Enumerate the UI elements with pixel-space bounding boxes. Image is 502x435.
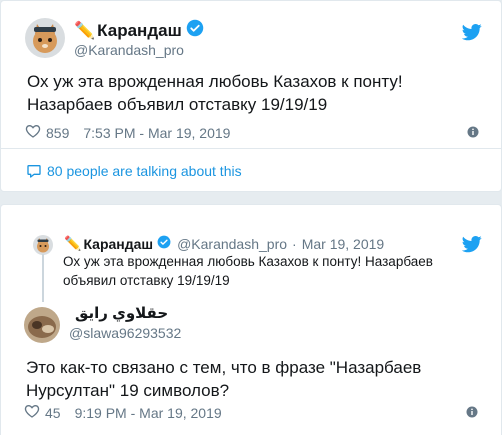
verified-badge-icon — [157, 235, 171, 252]
quoted-separator: · — [292, 235, 297, 252]
talking-about-label[interactable]: 80 people are talking about this — [47, 163, 242, 179]
reply-author-avatar[interactable] — [24, 307, 60, 343]
quoted-tweet-text: Ох уж эта врожденная любовь Казахов к по… — [63, 254, 433, 288]
quoted-pencil-emoji: ✏️ — [64, 235, 82, 251]
heart-icon[interactable] — [24, 403, 40, 422]
quoted-date[interactable]: Mar 19, 2019 — [302, 236, 385, 252]
twitter-bird-icon[interactable] — [461, 22, 482, 42]
tweet-meta: 859 7:53 PM - Mar 19, 2019 — [25, 123, 230, 142]
author-avatar[interactable] — [25, 18, 65, 58]
info-icon[interactable] — [467, 125, 479, 143]
tweet-card: ✏️ Карандаш @Karandash_pro Ох уж эта вро… — [0, 0, 502, 192]
quoted-author-name[interactable]: Карандаш — [83, 236, 153, 252]
reply-meta: 45 9:19 PM - Mar 19, 2019 — [24, 403, 222, 422]
tweet-timestamp[interactable]: 7:53 PM - Mar 19, 2019 — [83, 125, 230, 141]
talking-about-link[interactable]: 80 people are talking about this — [26, 163, 242, 179]
reply-like-count[interactable]: 45 — [45, 405, 61, 421]
quoted-author-row[interactable]: ✏️ Карандаш @Karandash_pro · Mar 19, 201… — [64, 235, 384, 252]
thread-connector-line — [42, 254, 44, 302]
like-count[interactable]: 859 — [46, 125, 69, 141]
tweet-text: Ох уж эта врожденная любовь Казахов к по… — [27, 72, 403, 114]
reply-author-name[interactable]: حقلاوي رايق — [75, 304, 168, 322]
reply-timestamp[interactable]: 9:19 PM - Mar 19, 2019 — [75, 405, 222, 421]
quoted-author-avatar[interactable] — [33, 235, 53, 255]
author-name-row[interactable]: ✏️ Карандаш — [74, 19, 204, 42]
quoted-author-handle[interactable]: @Karandash_pro — [177, 236, 287, 252]
reply-author-handle[interactable]: @slawa96293532 — [69, 325, 181, 341]
author-name[interactable]: Карандаш — [97, 21, 182, 41]
comment-bubble-icon — [26, 163, 42, 179]
reply-text: Это как-то связано с тем, что в фразе "Н… — [26, 358, 422, 400]
twitter-bird-icon[interactable] — [461, 234, 482, 254]
author-handle[interactable]: @Karandash_pro — [74, 42, 184, 58]
pencil-emoji: ✏️ — [74, 20, 96, 40]
info-icon[interactable] — [466, 405, 478, 423]
verified-badge-icon — [186, 19, 204, 42]
divider — [1, 148, 501, 149]
heart-icon[interactable] — [25, 123, 41, 142]
